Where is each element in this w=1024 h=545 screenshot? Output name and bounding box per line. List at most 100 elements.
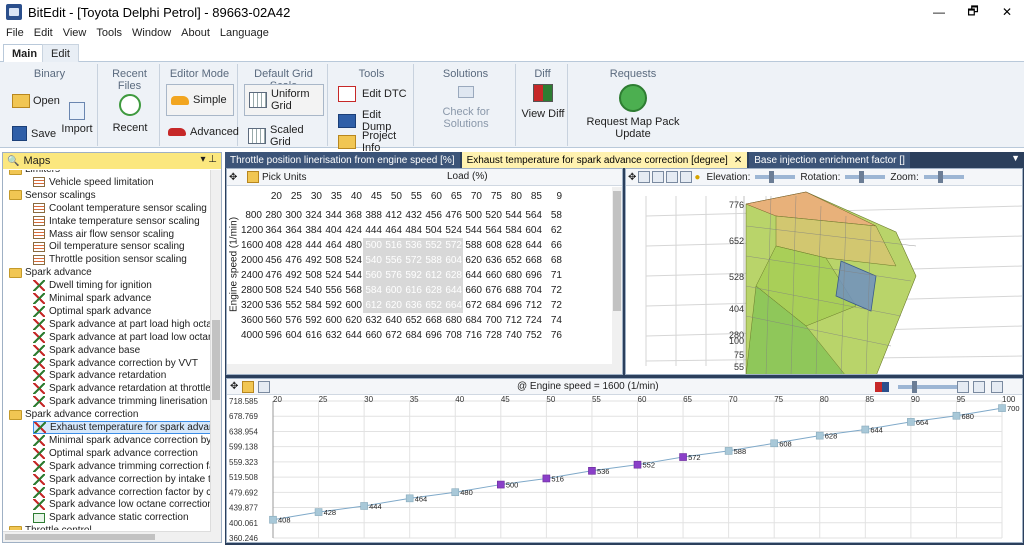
table-cell[interactable]: 504: [423, 223, 443, 238]
table-cell[interactable]: 76: [543, 328, 563, 343]
curve-chart[interactable]: 718.585 678.769 638.954 599.138 559.323 519.5…: [227, 395, 1023, 543]
table-cell[interactable]: 500: [363, 238, 383, 253]
table-cell[interactable]: 536: [263, 298, 283, 313]
table-cell[interactable]: 620: [343, 313, 363, 328]
uniform-grid-button[interactable]: Uniform Grid: [244, 84, 324, 116]
table-cell[interactable]: 620: [463, 253, 483, 268]
table-cell[interactable]: 456: [423, 208, 443, 223]
table-cell[interactable]: 66: [543, 238, 563, 253]
tree-folder[interactable]: Sensor scalings: [9, 189, 96, 202]
table-cell[interactable]: 716: [463, 328, 483, 343]
data-point[interactable]: [815, 431, 824, 440]
tree-folder[interactable]: Spark advance correction: [9, 408, 138, 421]
data-point[interactable]: [314, 508, 323, 516]
table-cell[interactable]: 484: [403, 223, 423, 238]
tree-item[interactable]: Spark advance low octane correction by c: [33, 498, 211, 511]
table-cell[interactable]: 508: [263, 283, 283, 298]
table-cell[interactable]: 576: [283, 313, 303, 328]
tree-item[interactable]: Vehicle speed limitation: [33, 176, 154, 189]
rotation-slider[interactable]: [845, 171, 886, 183]
table-cell[interactable]: 524: [343, 253, 363, 268]
data-point[interactable]: [588, 467, 596, 475]
tree-horizontal-scrollbar[interactable]: [3, 531, 211, 542]
table-cell[interactable]: 584: [363, 283, 383, 298]
table-cell[interactable]: 572: [403, 253, 423, 268]
minimize-button[interactable]: —: [922, 0, 956, 24]
curve-zoom-slider[interactable]: [898, 381, 958, 393]
data-point[interactable]: [542, 474, 551, 483]
tree-item[interactable]: Minimal spark advance: [33, 292, 151, 305]
table-cell[interactable]: 672: [383, 328, 403, 343]
save-button[interactable]: Save: [12, 126, 56, 141]
table-cell[interactable]: 588: [423, 253, 443, 268]
tree-item[interactable]: Mass air flow sensor scaling: [33, 228, 174, 241]
table-cell[interactable]: 680: [503, 268, 523, 283]
table-cell[interactable]: 280: [263, 208, 283, 223]
tree-item[interactable]: Spark advance trimming linerisation: [33, 395, 207, 408]
table-cell[interactable]: 524: [443, 223, 463, 238]
table-cell[interactable]: 584: [503, 223, 523, 238]
move-icon[interactable]: ✥: [230, 381, 238, 392]
menu-view[interactable]: View: [63, 27, 87, 39]
table-cell[interactable]: 476: [263, 268, 283, 283]
table-cell[interactable]: 412: [383, 208, 403, 223]
table-cell[interactable]: 684: [403, 328, 423, 343]
tree-item[interactable]: Spark advance at part load low octane: [33, 331, 211, 344]
table-cell[interactable]: 636: [403, 298, 423, 313]
table-cell[interactable]: 564: [483, 223, 503, 238]
table-cell[interactable]: 644: [463, 268, 483, 283]
table-cell[interactable]: 516: [383, 238, 403, 253]
table-cell[interactable]: 616: [403, 283, 423, 298]
table-cell[interactable]: 572: [443, 238, 463, 253]
table-cell[interactable]: 464: [383, 223, 403, 238]
data-point[interactable]: [633, 460, 642, 469]
table-cell[interactable]: 540: [303, 283, 323, 298]
table-cell[interactable]: 588: [463, 238, 483, 253]
table-cell[interactable]: 432: [403, 208, 423, 223]
data-point[interactable]: [451, 488, 460, 497]
table-cell[interactable]: 344: [323, 208, 343, 223]
tree-item[interactable]: Spark advance correction by VVT: [33, 357, 198, 370]
table-cell[interactable]: 544: [463, 223, 483, 238]
surface-icon[interactable]: [666, 171, 679, 183]
table-cell[interactable]: 568: [343, 283, 363, 298]
table-cell[interactable]: 616: [303, 328, 323, 343]
table-cell[interactable]: 560: [263, 313, 283, 328]
table-cell[interactable]: 508: [323, 253, 343, 268]
table-cell[interactable]: 668: [423, 313, 443, 328]
table-cell[interactable]: 740: [503, 328, 523, 343]
advanced-mode-button[interactable]: Advanced: [168, 126, 239, 138]
table-cell[interactable]: 492: [303, 253, 323, 268]
table-cell[interactable]: 536: [403, 238, 423, 253]
tree-folder[interactable]: Throttle control: [9, 524, 92, 530]
table-cell[interactable]: 576: [383, 268, 403, 283]
table-cell[interactable]: 480: [343, 238, 363, 253]
data-point[interactable]: [724, 447, 733, 455]
table-cell[interactable]: 644: [443, 283, 463, 298]
table-cell[interactable]: 508: [303, 268, 323, 283]
table-cell[interactable]: 556: [383, 253, 403, 268]
table-cell[interactable]: 652: [503, 253, 523, 268]
move-icon[interactable]: ✥: [229, 172, 243, 183]
table-horizontal-scrollbar[interactable]: [227, 364, 613, 374]
data-point[interactable]: [952, 411, 961, 420]
points-mode-icon[interactable]: [991, 381, 1003, 393]
table-cell[interactable]: 612: [363, 298, 383, 313]
table-cell[interactable]: 444: [363, 223, 383, 238]
data-point[interactable]: [497, 480, 505, 489]
lightbulb-icon[interactable]: ●: [694, 172, 700, 183]
grid-icon[interactable]: [258, 380, 271, 393]
tree-item[interactable]: Optimal spark advance: [33, 305, 151, 318]
wireframe-icon[interactable]: [652, 171, 665, 183]
table-vertical-scrollbar[interactable]: [612, 187, 622, 374]
table-cell[interactable]: 696: [423, 328, 443, 343]
table-cell[interactable]: 680: [443, 313, 463, 328]
table-cell[interactable]: 74: [543, 313, 563, 328]
chart-style-icon[interactable]: [875, 382, 889, 392]
move-icon[interactable]: ✥: [628, 172, 636, 183]
data-point[interactable]: [679, 453, 687, 461]
menu-file[interactable]: File: [6, 27, 24, 39]
table-cell[interactable]: 444: [303, 238, 323, 253]
surface-plot[interactable]: 7766525284042801007555: [626, 186, 1023, 375]
table-cell[interactable]: 668: [523, 253, 543, 268]
